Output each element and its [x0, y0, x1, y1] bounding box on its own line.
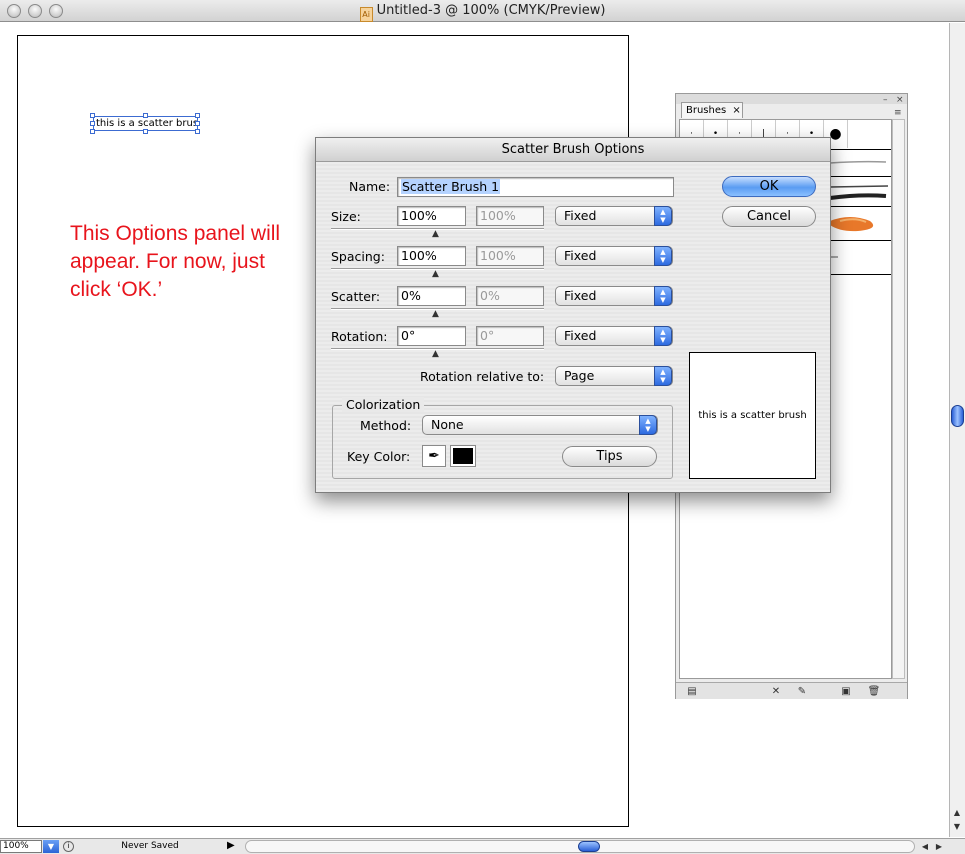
spacing-slider-thumb[interactable]: ▲ — [432, 270, 439, 279]
panel-minimize-icon[interactable]: – — [883, 95, 888, 105]
illustrator-document-icon: Ai — [359, 7, 373, 22]
cancel-button[interactable]: Cancel — [722, 206, 816, 227]
chevron-updown-icon: ▲ ▼ — [654, 366, 672, 386]
scatter-mode-select[interactable]: Fixed ▲ ▼ — [555, 286, 673, 306]
selection-handle[interactable] — [90, 113, 95, 118]
spacing-mode-value: Fixed — [564, 248, 597, 263]
scatter-min-input[interactable]: 0% — [397, 286, 466, 306]
size-label: Size: — [331, 209, 361, 224]
rotation-relative-label: Rotation relative to: — [420, 369, 545, 384]
new-brush-icon[interactable]: ▣ — [838, 685, 854, 698]
name-label: Name: — [349, 179, 391, 194]
rotation-slider-thumb[interactable]: ▲ — [432, 350, 439, 359]
rotation-min-input[interactable]: 0° — [397, 326, 466, 346]
spacing-min-input[interactable]: 100% — [397, 246, 466, 266]
horizontal-scroll-thumb[interactable] — [578, 841, 600, 852]
brush-options-icon[interactable]: ✎ — [794, 685, 810, 698]
spacing-label: Spacing: — [331, 249, 385, 264]
rotation-label: Rotation: — [331, 329, 388, 344]
brush-libraries-menu-icon[interactable]: ▤ — [684, 685, 700, 698]
window-titlebar: Ai Untitled-3 @ 100% (CMYK/Preview) — [0, 0, 965, 22]
rotation-max-input[interactable]: 0° — [476, 326, 544, 346]
chevron-updown-icon: ▲ ▼ — [654, 326, 672, 346]
spacing-mode-select[interactable]: Fixed ▲ ▼ — [555, 246, 673, 266]
method-label: Method: — [360, 418, 412, 433]
rotation-relative-select[interactable]: Page ▲ ▼ — [555, 366, 673, 386]
panel-close-icon[interactable]: × — [896, 95, 904, 105]
save-status-text: Never Saved — [121, 841, 179, 851]
selection-handle[interactable] — [143, 129, 148, 134]
key-color-swatch[interactable] — [450, 445, 476, 467]
brush-preview: this is a scatter brush — [689, 352, 816, 479]
chevron-updown-icon: ▲ ▼ — [639, 415, 657, 435]
selection-handle[interactable] — [195, 121, 200, 126]
eyedropper-icon[interactable]: ✒ — [422, 445, 446, 467]
delete-brush-trash-icon[interactable]: 🗑 — [866, 685, 882, 698]
brush-name-value: Scatter Brush 1 — [401, 179, 501, 194]
tab-brushes-label: Brushes — [686, 105, 727, 116]
dialog-title: Scatter Brush Options — [316, 138, 830, 162]
tips-button[interactable]: Tips — [562, 446, 657, 467]
scatter-mode-value: Fixed — [564, 288, 597, 303]
rotation-mode-value: Fixed — [564, 328, 597, 343]
vertical-scrollbar[interactable]: ▲ ▼ — [949, 23, 965, 837]
size-slider-thumb[interactable]: ▲ — [432, 230, 439, 239]
selection-handle[interactable] — [90, 129, 95, 134]
scatter-slider-thumb[interactable]: ▲ — [432, 310, 439, 319]
window-title: Ai Untitled-3 @ 100% (CMYK/Preview) — [0, 3, 965, 22]
scatter-brush-options-dialog: Scatter Brush Options Name: Scatter Brus… — [315, 137, 831, 493]
colorization-method-select[interactable]: None ▲ ▼ — [422, 415, 658, 435]
chevron-updown-icon: ▲ ▼ — [654, 246, 672, 266]
key-color-label: Key Color: — [347, 449, 411, 464]
panel-footer: ▤ ✕ ✎ ▣ 🗑 — [676, 682, 907, 699]
vertical-scroll-thumb[interactable] — [951, 405, 964, 427]
scatter-max-input[interactable]: 0% — [476, 286, 544, 306]
size-mode-value: Fixed — [564, 208, 597, 223]
zoom-level-field[interactable]: 100% — [0, 840, 42, 853]
size-min-input[interactable]: 100% — [397, 206, 466, 226]
colorization-method-value: None — [431, 417, 464, 432]
status-menu-arrow-icon[interactable]: ▶ — [227, 840, 235, 851]
brush-name-input[interactable]: Scatter Brush 1 — [397, 177, 674, 197]
tab-brushes[interactable]: Brushes × — [681, 102, 743, 118]
scroll-right-arrow-icon[interactable]: ▶ — [932, 841, 946, 853]
tab-close-icon[interactable]: × — [732, 105, 740, 116]
selection-handle[interactable] — [143, 113, 148, 118]
scatter-label: Scatter: — [331, 289, 381, 304]
selection-handle[interactable] — [195, 129, 200, 134]
zoom-dropdown-arrow-icon[interactable]: ▼ — [43, 840, 59, 853]
instruction-annotation: This Options panel will appear. For now,… — [70, 222, 281, 301]
scroll-down-arrow-icon[interactable]: ▼ — [950, 821, 964, 833]
size-mode-select[interactable]: Fixed ▲ ▼ — [555, 206, 673, 226]
panel-menu-icon[interactable]: ≡ — [894, 108, 902, 118]
remove-brush-stroke-icon[interactable]: ✕ — [768, 685, 784, 698]
status-bar: 100% ▼ i Never Saved ▶ ◀ ▶ — [0, 838, 965, 854]
rotation-relative-value: Page — [564, 368, 595, 383]
selection-handle[interactable] — [90, 121, 95, 126]
spacing-max-input[interactable]: 100% — [476, 246, 544, 266]
chevron-updown-icon: ▲ ▼ — [654, 206, 672, 226]
window-title-text: Untitled-3 @ 100% (CMYK/Preview) — [376, 3, 606, 18]
size-max-input[interactable]: 100% — [476, 206, 544, 226]
scroll-left-arrow-icon[interactable]: ◀ — [918, 841, 932, 853]
horizontal-scrollbar[interactable] — [245, 840, 915, 853]
colorization-group-label: Colorization — [342, 397, 425, 412]
brush-list-scrollbar[interactable] — [892, 119, 905, 679]
ok-button[interactable]: OK — [722, 176, 816, 197]
selection-handle[interactable] — [195, 113, 200, 118]
rotation-mode-select[interactable]: Fixed ▲ ▼ — [555, 326, 673, 346]
chevron-updown-icon: ▲ ▼ — [654, 286, 672, 306]
status-info-icon[interactable]: i — [63, 841, 74, 852]
scroll-up-arrow-icon[interactable]: ▲ — [950, 807, 964, 819]
